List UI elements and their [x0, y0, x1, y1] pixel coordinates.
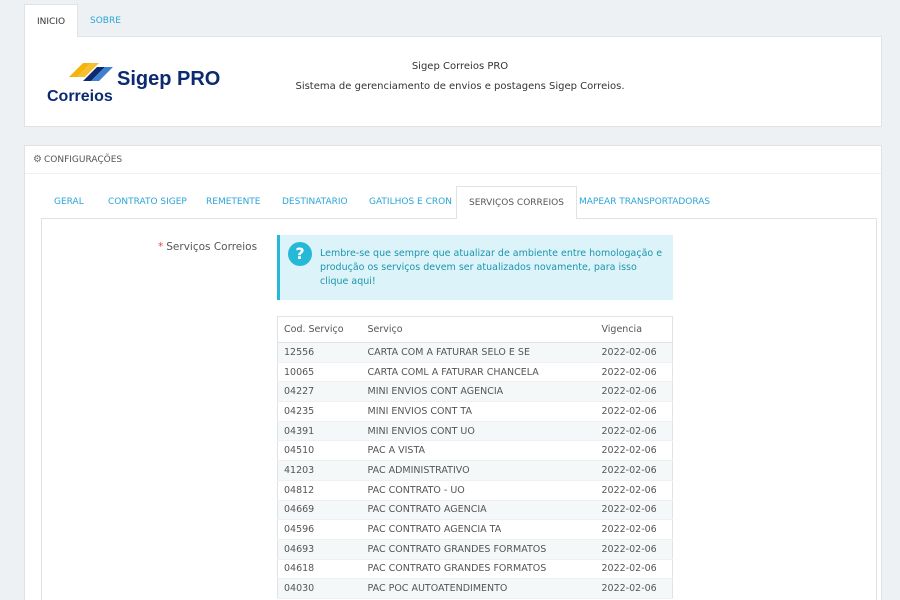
table-row: 04812 PAC CONTRATO - UO 2022-02-06: [277, 480, 673, 501]
tab-geral[interactable]: GERAL: [54, 186, 84, 219]
cell-service: PAC POC AUTOATENDIMENTO: [361, 578, 596, 599]
cell-service: PAC CONTRATO AGENCIA TA: [361, 519, 596, 540]
tab-contrato-sigep[interactable]: CONTRATO SIGEP: [108, 186, 187, 219]
help-message: Lembre-se que sempre que atualizar de am…: [320, 248, 663, 273]
header-panel: Sigep PRO Correios Sigep Correios PRO Si…: [24, 37, 882, 127]
cell-service: PAC CONTRATO GRANDES FORMATOS: [361, 539, 596, 560]
table-row: 04030 PAC POC AUTOATENDIMENTO 2022-02-06: [277, 578, 673, 599]
cell-vigencia: 2022-02-06: [595, 421, 673, 442]
table-row: 12556 CARTA COM A FATURAR SELO E SE 2022-0…: [277, 342, 673, 363]
correios-emblem-icon: [69, 63, 113, 81]
servicos-label-text: Serviços Correios: [166, 241, 258, 253]
table-header-row: Cod. Serviço Serviço Vigencia: [277, 316, 673, 343]
config-tab-bar: GERAL CONTRATO SIGEP REMETENTE DESTINATA…: [41, 186, 877, 220]
cell-service: MINI ENVIOS CONT TA: [361, 401, 596, 422]
table-row: 04227 MINI ENVIOS CONT AGENCIA 2022-02-06: [277, 381, 673, 403]
services-table: Cod. Serviço Serviço Vigencia 12556 CARTA…: [277, 316, 673, 599]
column-header-vigencia: Vigencia: [595, 316, 673, 343]
tab-destinatario[interactable]: DESTINATARIO: [282, 186, 348, 219]
cell-service: MINI ENVIOS CONT AGENCIA: [361, 381, 596, 403]
tab-gatilhos-cron[interactable]: GATILHOS E CRON: [369, 186, 452, 219]
config-panel: ⚙ CONFIGURAÇÕES GERAL CONTRATO SIGEP REME…: [24, 145, 882, 600]
cell-code: 04227: [277, 381, 362, 403]
table-row: 04618 PAC CONTRATO GRANDES FORMATOS 2022-0…: [277, 559, 673, 580]
cell-service: PAC CONTRATO AGENCIA: [361, 500, 596, 521]
table-row: 04596 PAC CONTRATO AGENCIA TA 2022-02-06: [277, 519, 673, 540]
cell-vigencia: 2022-02-06: [595, 381, 673, 403]
cell-vigencia: 2022-02-06: [595, 362, 673, 383]
top-tab-bar: INICIO SOBRE: [24, 4, 882, 38]
page-subtitle: Sistema de gerenciamento de envios e pos…: [295, 81, 625, 92]
tab-sobre[interactable]: SOBRE: [78, 4, 133, 38]
column-header-service: Serviço: [361, 316, 596, 343]
table-row: 04391 MINI ENVIOS CONT UO 2022-02-06: [277, 421, 673, 442]
config-header: ⚙ CONFIGURAÇÕES: [25, 146, 881, 174]
cell-vigencia: 2022-02-06: [595, 460, 673, 481]
table-row: 41203 PAC ADMINISTRATIVO 2022-02-06: [277, 460, 673, 481]
table-row: 10065 CARTA COML A FATURAR CHANCELA 2022-0…: [277, 362, 673, 383]
cell-code: 41203: [277, 460, 362, 481]
correios-logo: Sigep PRO Correios: [47, 55, 227, 111]
cell-service: PAC CONTRATO GRANDES FORMATOS: [361, 559, 596, 580]
required-mark: *: [158, 241, 164, 253]
config-title: CONFIGURAÇÕES: [43, 155, 123, 165]
cell-code: 04391: [277, 421, 362, 442]
cell-code: 12556: [277, 342, 362, 363]
question-icon: ?: [288, 242, 312, 266]
logo-correios-text: Correios: [47, 88, 113, 105]
cell-code: 04510: [277, 440, 362, 462]
cell-code: 04693: [277, 539, 362, 560]
servicos-field-label: * Serviços Correios: [158, 241, 257, 253]
cell-service: MINI ENVIOS CONT UO: [361, 421, 596, 442]
help-alert: ? Lembre-se que sempre que atualizar de …: [277, 235, 673, 300]
cell-vigencia: 2022-02-06: [595, 559, 673, 580]
cell-code: 04030: [277, 578, 362, 599]
cell-service: CARTA COML A FATURAR CHANCELA: [361, 362, 596, 383]
cell-vigencia: 2022-02-06: [595, 401, 673, 422]
cell-service: PAC CONTRATO - UO: [361, 480, 596, 501]
cell-code: 04812: [277, 480, 362, 501]
cell-code: 04235: [277, 401, 362, 422]
logo-sigep-text: Sigep PRO: [117, 68, 221, 90]
tab-servicos-correios[interactable]: SERVIÇOS CORREIOS: [456, 186, 577, 220]
cell-code: 04596: [277, 519, 362, 540]
update-services-link[interactable]: clique aqui!: [320, 276, 376, 287]
cell-vigencia: 2022-02-06: [595, 519, 673, 540]
cell-code: 04669: [277, 500, 362, 521]
table-row: 04693 PAC CONTRATO GRANDES FORMATOS 2022-0…: [277, 539, 673, 560]
cell-service: PAC A VISTA: [361, 440, 596, 462]
cell-code: 04618: [277, 559, 362, 580]
gears-icon: ⚙: [33, 154, 42, 165]
help-text: Lembre-se que sempre que atualizar de am…: [320, 247, 668, 289]
cell-vigencia: 2022-02-06: [595, 578, 673, 599]
page-title: Sigep Correios PRO: [411, 61, 509, 72]
cell-vigencia: 2022-02-06: [595, 500, 673, 521]
cell-service: CARTA COM A FATURAR SELO E SE: [361, 342, 596, 363]
cell-vigencia: 2022-02-06: [595, 440, 673, 462]
tab-remetente[interactable]: REMETENTE: [206, 186, 261, 219]
cell-vigencia: 2022-02-06: [595, 342, 673, 363]
tab-inicio[interactable]: INICIO: [24, 4, 79, 38]
cell-vigencia: 2022-02-06: [595, 539, 673, 560]
table-row: 04235 MINI ENVIOS CONT TA 2022-02-06: [277, 401, 673, 422]
cell-code: 10065: [277, 362, 362, 383]
servicos-tab-content: * Serviços Correios ? Lembre-se que sempr…: [41, 219, 877, 600]
tab-mapear-transportadoras[interactable]: MAPEAR TRANSPORTADORAS: [579, 186, 710, 219]
cell-service: PAC ADMINISTRATIVO: [361, 460, 596, 481]
cell-vigencia: 2022-02-06: [595, 480, 673, 501]
table-row: 04669 PAC CONTRATO AGENCIA 2022-02-06: [277, 500, 673, 521]
column-header-code: Cod. Serviço: [277, 316, 362, 343]
table-row: 04510 PAC A VISTA 2022-02-06: [277, 440, 673, 462]
